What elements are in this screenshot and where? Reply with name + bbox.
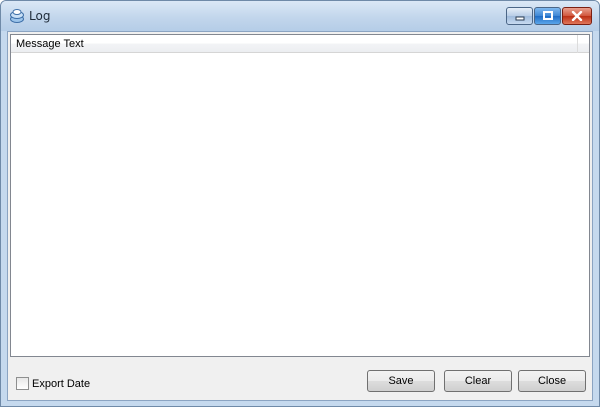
log-window: Log Message Text Export Date Save Clear … [0, 0, 600, 407]
log-list[interactable]: Message Text [10, 34, 590, 357]
export-date-label[interactable]: Export Date [32, 378, 90, 390]
footer: Export Date Save Clear Close [8, 358, 592, 400]
title-bar[interactable]: Log [1, 1, 599, 31]
list-header: Message Text [11, 35, 589, 53]
client-area: Message Text Export Date Save Clear Clos… [7, 31, 593, 401]
export-date-checkbox[interactable] [16, 377, 29, 390]
maximize-button[interactable] [534, 7, 561, 25]
column-header-message-text[interactable]: Message Text [11, 35, 578, 53]
clear-button[interactable]: Clear [444, 370, 512, 392]
close-icon [571, 11, 583, 21]
window-title: Log [29, 9, 51, 23]
close-window-button[interactable] [562, 7, 592, 25]
close-button[interactable]: Close [518, 370, 586, 392]
log-app-icon [9, 8, 25, 24]
maximize-icon [542, 11, 554, 21]
export-date-checkbox-group[interactable]: Export Date [16, 377, 90, 390]
minimize-button[interactable] [506, 7, 533, 25]
save-button[interactable]: Save [367, 370, 435, 392]
minimize-icon [514, 11, 526, 21]
list-body[interactable] [11, 53, 589, 356]
